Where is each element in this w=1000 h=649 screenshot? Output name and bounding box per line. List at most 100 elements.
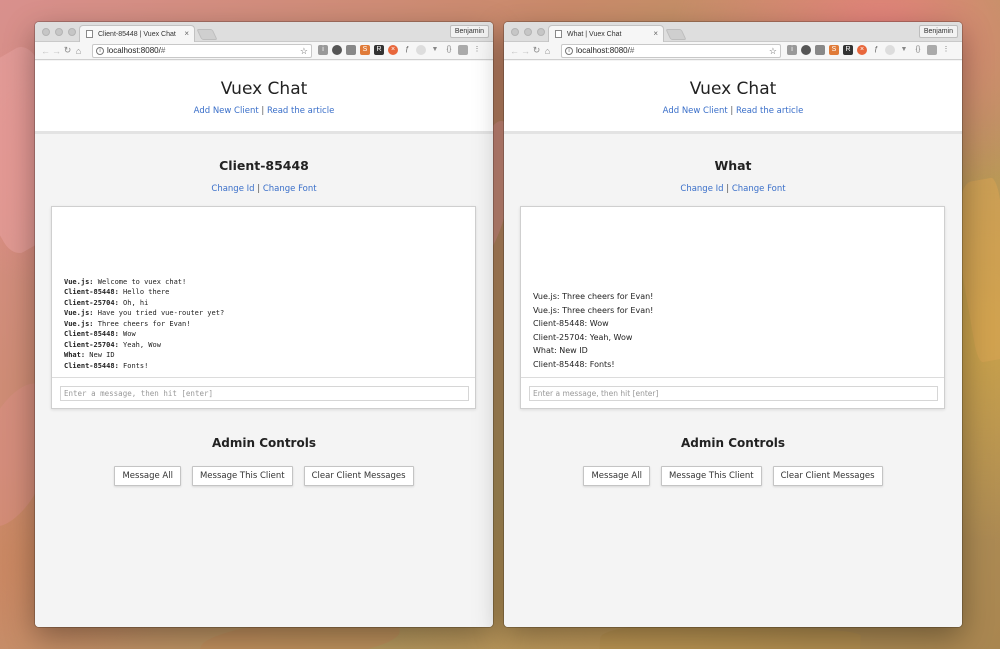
extension-icon[interactable]: ƒ: [402, 45, 412, 55]
browser-tab[interactable]: Client-85448 | Vuex Chat ×: [79, 25, 195, 42]
change-id-link[interactable]: Change Id: [211, 184, 254, 194]
app-title: Vuex Chat: [689, 79, 777, 99]
profile-button[interactable]: Benjamin: [449, 25, 489, 38]
title-bar: What | Vuex Chat × Benjamin: [504, 22, 962, 42]
change-font-link[interactable]: Change Font: [732, 184, 786, 194]
extension-icon[interactable]: i: [318, 45, 328, 55]
chat-box: Vue.js: Three cheers for Evan! Vue.js: T…: [520, 206, 945, 409]
extension-icon[interactable]: {}: [913, 45, 923, 55]
extension-icon[interactable]: [346, 45, 356, 55]
message-list: Vue.js: Welcome to vuex chat! Client-854…: [64, 277, 463, 372]
message-author: What:: [64, 351, 86, 359]
message: Client-85448: Wow: [533, 317, 932, 331]
reload-icon[interactable]: ↻: [531, 45, 542, 56]
message-text: New ID: [559, 346, 588, 355]
header-links: Add New Client | Read the article: [504, 106, 962, 116]
message-text: Fonts!: [123, 361, 149, 370]
message: Client-25704: Yeah, Wow: [64, 340, 463, 351]
menu-icon[interactable]: ⋮: [472, 45, 482, 55]
change-font-link[interactable]: Change Font: [263, 184, 317, 194]
message-all-button[interactable]: Message All: [583, 466, 650, 486]
url-host: localhost:8080/: [576, 46, 630, 55]
message-text: Oh, hi: [123, 298, 149, 307]
extension-icon[interactable]: [815, 45, 825, 55]
message-area[interactable]: Vue.js: Welcome to vuex chat! Client-854…: [52, 207, 475, 378]
info-icon[interactable]: i: [565, 47, 573, 55]
message-this-client-button[interactable]: Message This Client: [660, 466, 762, 486]
browser-tab[interactable]: What | Vuex Chat ×: [548, 25, 664, 42]
message-author: Client-85448:: [64, 330, 119, 338]
close-window-button[interactable]: [511, 28, 519, 36]
separator: |: [730, 106, 734, 116]
new-tab-button[interactable]: [196, 29, 218, 40]
clear-client-messages-button[interactable]: Clear Client Messages: [772, 466, 883, 486]
forward-arrow-icon[interactable]: →: [520, 46, 531, 56]
window-controls[interactable]: [42, 28, 76, 36]
read-article-link[interactable]: Read the article: [267, 106, 334, 116]
clear-client-messages-button[interactable]: Clear Client Messages: [303, 466, 414, 486]
back-arrow-icon[interactable]: ←: [509, 46, 520, 56]
extension-icon[interactable]: ×: [388, 45, 398, 55]
extension-icon[interactable]: ×: [857, 45, 867, 55]
extension-icon[interactable]: ƒ: [871, 45, 881, 55]
extension-icon[interactable]: [885, 45, 895, 55]
camera-icon[interactable]: [458, 45, 468, 55]
profile-button[interactable]: Benjamin: [918, 25, 958, 38]
home-icon[interactable]: ⌂: [73, 46, 84, 56]
message-text: Welcome to vuex chat!: [97, 277, 187, 286]
extension-icon[interactable]: S: [360, 45, 370, 55]
message-author: What:: [533, 346, 557, 355]
forward-arrow-icon[interactable]: →: [51, 46, 62, 56]
message-author: Vue.js:: [64, 277, 94, 286]
message-author: Client-85448:: [533, 359, 588, 369]
menu-icon[interactable]: ⋮: [941, 45, 951, 55]
address-bar[interactable]: i localhost:8080/# ☆: [561, 44, 781, 58]
message: Vue.js: Three cheers for Evan!: [533, 290, 932, 304]
maximize-window-button[interactable]: [537, 28, 545, 36]
extension-icon[interactable]: R: [843, 45, 853, 55]
close-icon[interactable]: ×: [184, 29, 189, 38]
close-window-button[interactable]: [42, 28, 50, 36]
extension-icon[interactable]: [416, 45, 426, 55]
message-all-button[interactable]: Message All: [114, 466, 181, 486]
message-area[interactable]: Vue.js: Three cheers for Evan! Vue.js: T…: [521, 207, 944, 378]
message-author: Client-85448:: [64, 361, 119, 370]
new-tab-button[interactable]: [665, 29, 687, 40]
message-list: Vue.js: Three cheers for Evan! Vue.js: T…: [533, 290, 932, 371]
info-icon[interactable]: i: [96, 47, 104, 55]
extension-icon[interactable]: [332, 45, 342, 55]
extension-icon[interactable]: ▼: [899, 45, 909, 55]
add-new-client-link[interactable]: Add New Client: [194, 106, 259, 116]
separator: |: [257, 184, 261, 194]
change-id-link[interactable]: Change Id: [680, 184, 723, 194]
add-new-client-link[interactable]: Add New Client: [663, 106, 728, 116]
star-icon[interactable]: ☆: [300, 45, 308, 57]
minimize-window-button[interactable]: [524, 28, 532, 36]
message-author: Client-25704:: [64, 298, 119, 307]
reload-icon[interactable]: ↻: [62, 45, 73, 56]
message-input[interactable]: Enter a message, then hit [enter]: [60, 386, 469, 401]
home-icon[interactable]: ⌂: [542, 46, 553, 56]
message-text: Yeah, Wow: [123, 340, 161, 349]
back-arrow-icon[interactable]: ←: [40, 46, 51, 56]
url-host: localhost:8080/: [107, 46, 161, 55]
message-input[interactable]: Enter a message, then hit [enter]: [529, 386, 938, 401]
message: Vue.js: Have you tried vue-router yet?: [64, 308, 463, 319]
window-controls[interactable]: [511, 28, 545, 36]
star-icon[interactable]: ☆: [769, 45, 777, 57]
read-article-link[interactable]: Read the article: [736, 106, 803, 116]
extension-icon[interactable]: S: [829, 45, 839, 55]
extension-icon[interactable]: [801, 45, 811, 55]
maximize-window-button[interactable]: [68, 28, 76, 36]
app-header: Vuex Chat Add New Client | Read the arti…: [35, 61, 493, 134]
camera-icon[interactable]: [927, 45, 937, 55]
url-hash: #: [160, 46, 166, 55]
extension-icon[interactable]: {}: [444, 45, 454, 55]
extension-icon[interactable]: R: [374, 45, 384, 55]
close-icon[interactable]: ×: [653, 29, 658, 38]
message-this-client-button[interactable]: Message This Client: [191, 466, 293, 486]
extension-icon[interactable]: i: [787, 45, 797, 55]
extension-icon[interactable]: ▼: [430, 45, 440, 55]
address-bar[interactable]: i localhost:8080/# ☆: [92, 44, 312, 58]
minimize-window-button[interactable]: [55, 28, 63, 36]
